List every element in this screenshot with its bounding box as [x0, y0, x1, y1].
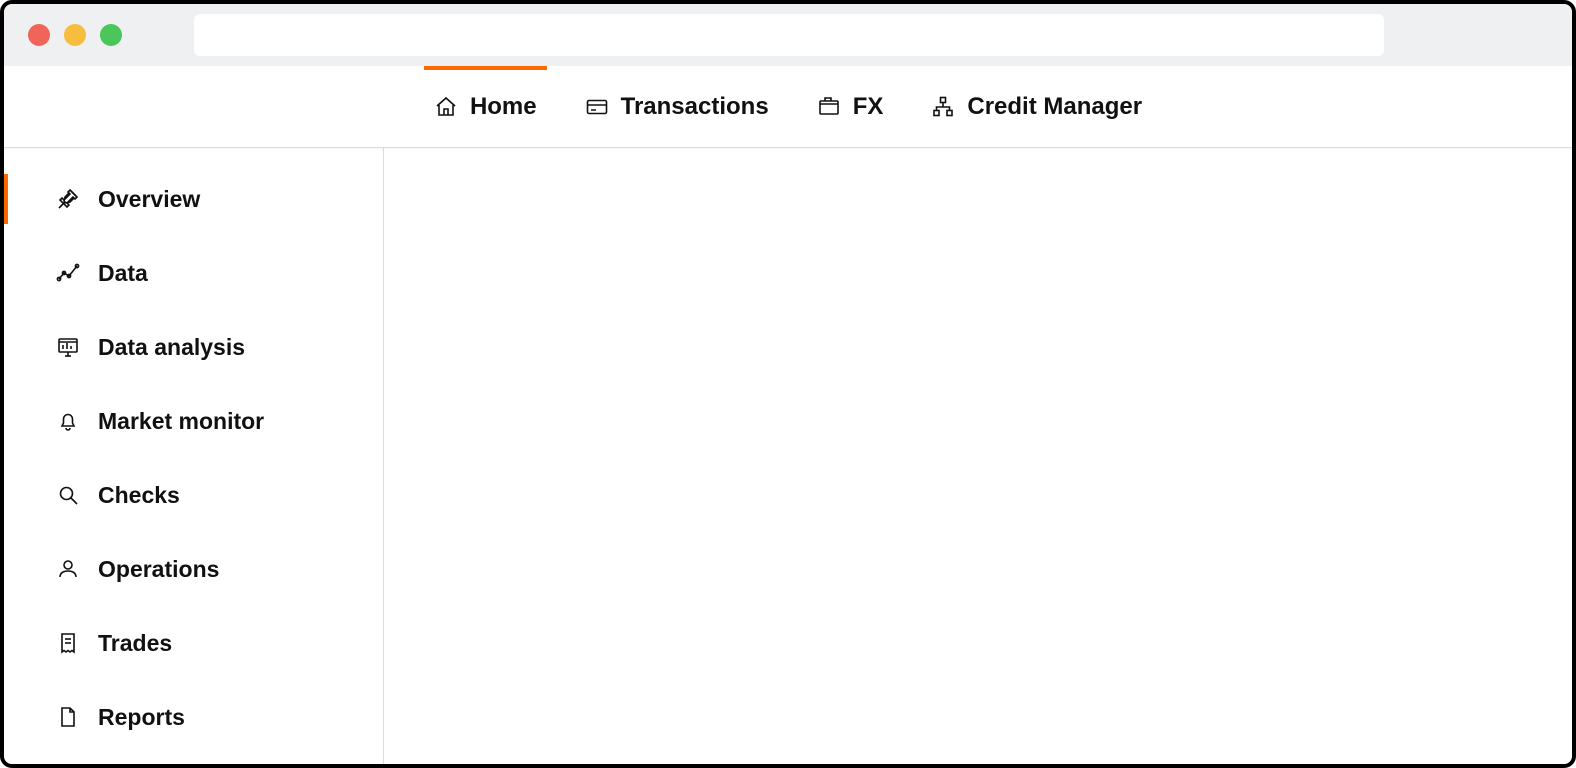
sidebar-item-reports[interactable]: Reports: [4, 680, 383, 754]
nav-tab-label: Home: [470, 93, 537, 121]
top-nav: Home Transactions FX Credit Manager: [4, 66, 1572, 148]
maximize-window-button[interactable]: [100, 24, 122, 46]
nav-tab-home[interactable]: Home: [424, 66, 547, 147]
folder-icon: [817, 95, 841, 119]
sidebar-item-overview[interactable]: Overview: [4, 162, 383, 236]
presentation-icon: [56, 335, 80, 359]
minimize-window-button[interactable]: [64, 24, 86, 46]
sidebar-item-trades[interactable]: Trades: [4, 606, 383, 680]
pin-icon: [56, 187, 80, 211]
sidebar-item-operations[interactable]: Operations: [4, 532, 383, 606]
sidebar-item-label: Operations: [98, 556, 219, 583]
sidebar-item-label: Data analysis: [98, 334, 245, 361]
window-controls: [28, 24, 122, 46]
home-icon: [434, 95, 458, 119]
sidebar-item-checks[interactable]: Checks: [4, 458, 383, 532]
nav-tab-label: FX: [853, 93, 884, 121]
address-bar[interactable]: [194, 14, 1384, 56]
card-icon: [585, 95, 609, 119]
nav-tab-transactions[interactable]: Transactions: [575, 66, 779, 147]
sidebar-item-label: Market monitor: [98, 408, 264, 435]
sidebar-item-label: Data: [98, 260, 148, 287]
sidebar: Overview Data Data analysis Market monit…: [4, 148, 384, 764]
sidebar-item-label: Reports: [98, 704, 185, 731]
title-bar: [4, 4, 1572, 66]
chart-line-icon: [56, 261, 80, 285]
nav-tab-fx[interactable]: FX: [807, 66, 894, 147]
user-icon: [56, 557, 80, 581]
bell-icon: [56, 409, 80, 433]
document-icon: [56, 705, 80, 729]
nav-tab-label: Transactions: [621, 93, 769, 121]
close-window-button[interactable]: [28, 24, 50, 46]
sidebar-item-data[interactable]: Data: [4, 236, 383, 310]
sidebar-item-label: Checks: [98, 482, 180, 509]
search-icon: [56, 483, 80, 507]
sidebar-item-market-monitor[interactable]: Market monitor: [4, 384, 383, 458]
sidebar-item-label: Overview: [98, 186, 200, 213]
main-content: [384, 148, 1572, 764]
nav-tab-label: Credit Manager: [967, 93, 1142, 121]
app-window: Home Transactions FX Credit Manager: [0, 0, 1576, 768]
sidebar-item-data-analysis[interactable]: Data analysis: [4, 310, 383, 384]
body-region: Overview Data Data analysis Market monit…: [4, 148, 1572, 764]
hierarchy-icon: [931, 95, 955, 119]
nav-tab-credit-manager[interactable]: Credit Manager: [921, 66, 1152, 147]
receipt-icon: [56, 631, 80, 655]
sidebar-item-label: Trades: [98, 630, 172, 657]
